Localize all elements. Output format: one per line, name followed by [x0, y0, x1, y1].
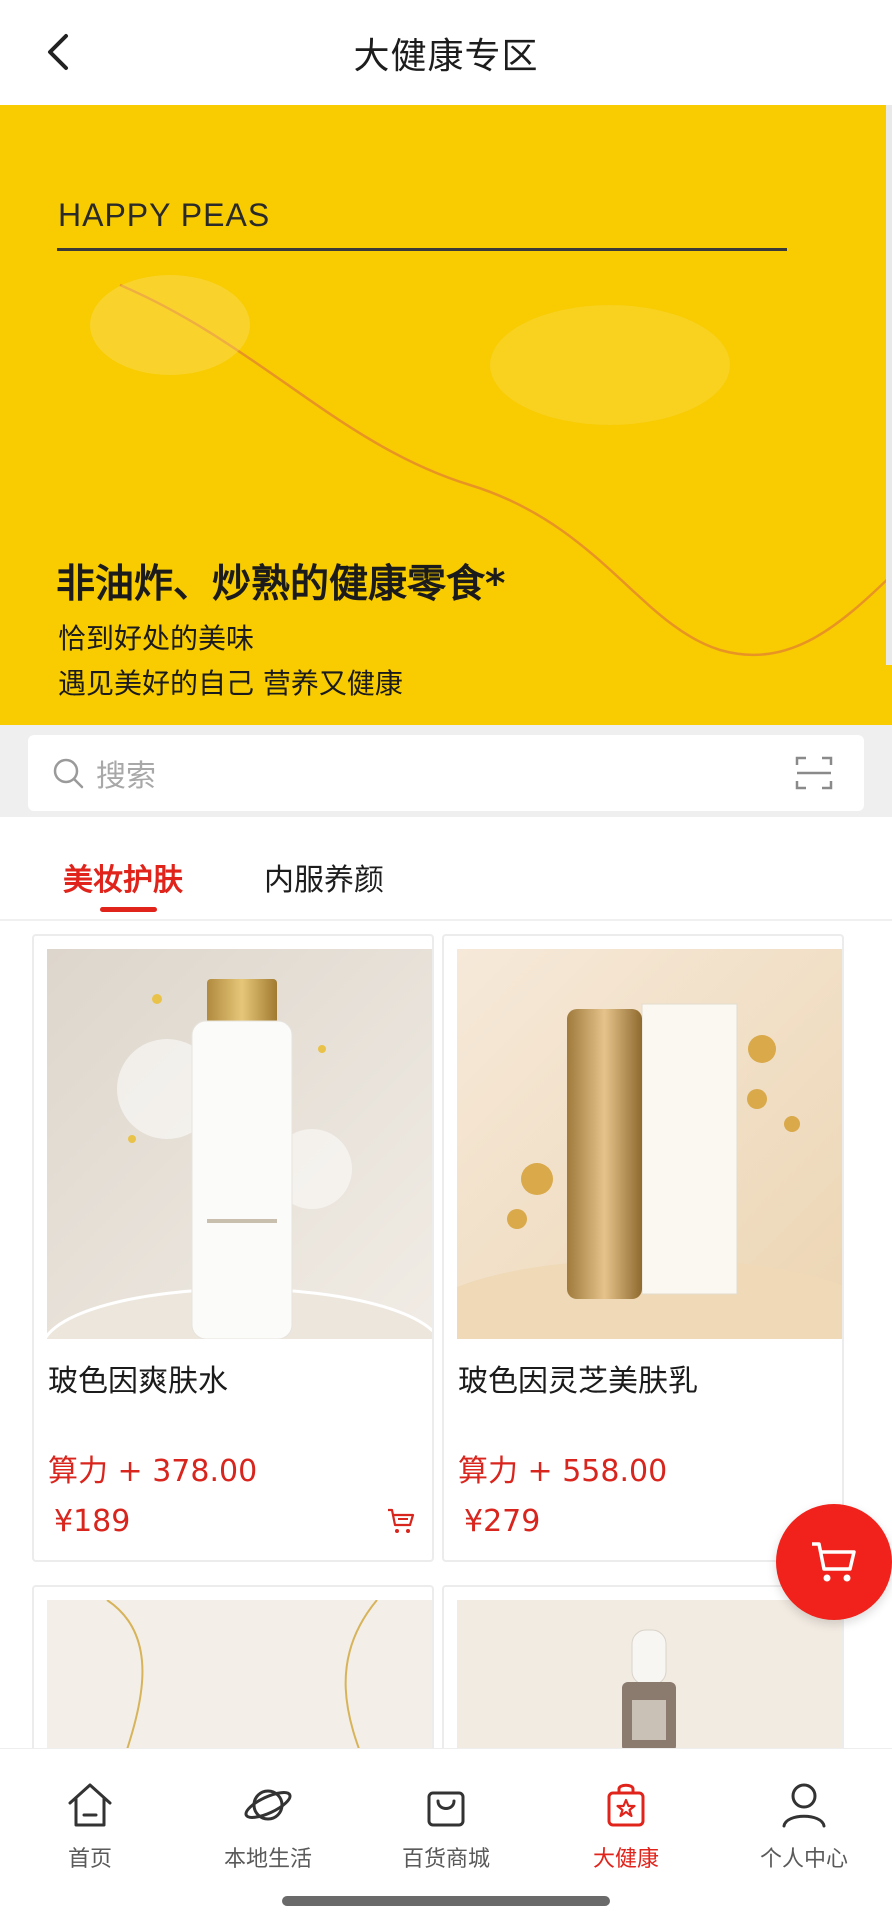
search-icon	[53, 758, 84, 789]
scan-icon[interactable]	[794, 753, 834, 793]
scrollbar[interactable]	[886, 105, 892, 665]
add-to-cart-icon[interactable]	[386, 1506, 416, 1536]
banner-subline-1: 恰到好处的美味	[58, 622, 255, 655]
user-icon	[782, 1783, 826, 1828]
product-power: 算力 + 378.00	[48, 1454, 258, 1489]
search-input[interactable]: 搜索	[28, 735, 864, 811]
nav-label: 大健康	[592, 1847, 659, 1872]
bottom-navigation: 首页 本地生活 百货商城 大健康 个人中心	[0, 1748, 892, 1920]
shopping-bag-icon	[427, 1791, 465, 1827]
product-image	[457, 949, 842, 1339]
shopping-cart-icon	[812, 1542, 856, 1582]
home-indicator[interactable]	[282, 1896, 610, 1906]
home-icon	[68, 1783, 112, 1827]
search-placeholder: 搜索	[96, 759, 156, 794]
nav-label: 首页	[67, 1847, 112, 1872]
health-bag-icon	[607, 1783, 645, 1827]
nav-health[interactable]: 大健康	[546, 1779, 706, 1889]
page: 大健康专区 HAPPY PEAS 非油炸、炒熟的健康零食* 恰到好处的美味 遇见…	[0, 0, 892, 1920]
product-image	[47, 949, 432, 1339]
chevron-left-icon[interactable]	[36, 28, 84, 76]
planet-icon	[244, 1789, 292, 1821]
product-name: 玻色因灵芝美肤乳	[458, 1364, 698, 1399]
banner-brand: HAPPY PEAS	[58, 197, 271, 233]
active-tab-indicator	[100, 907, 157, 912]
banner-subline-2: 遇见美好的自己 营养又健康	[58, 667, 403, 700]
product-name: 玻色因爽肤水	[48, 1364, 228, 1399]
nav-department-store[interactable]: 百货商城	[366, 1779, 526, 1889]
tab-beauty-skincare[interactable]: 美妆护肤	[63, 855, 183, 899]
product-price: ¥279	[464, 1504, 541, 1539]
nav-local-life[interactable]: 本地生活	[188, 1779, 348, 1889]
top-bar: 大健康专区	[0, 0, 892, 105]
nav-label: 个人中心	[759, 1847, 848, 1872]
product-price: ¥189	[54, 1504, 131, 1539]
nav-label: 百货商城	[401, 1847, 490, 1872]
nav-home[interactable]: 首页	[10, 1779, 170, 1889]
search-area: 搜索	[0, 725, 892, 817]
nav-label: 本地生活	[223, 1847, 312, 1872]
banner-divider	[57, 248, 787, 251]
floating-cart-button[interactable]	[776, 1504, 892, 1620]
nav-profile[interactable]: 个人中心	[724, 1779, 884, 1889]
tab-oral-beauty[interactable]: 内服养颜	[264, 855, 384, 899]
product-card[interactable]: 玻色因爽肤水 算力 + 378.00 ¥189	[32, 934, 434, 1562]
banner-headline: 非油炸、炒熟的健康零食*	[56, 562, 506, 607]
page-title: 大健康专区	[353, 35, 539, 77]
product-card[interactable]: 玻色因灵芝美肤乳 算力 + 558.00 ¥279	[442, 934, 844, 1562]
promo-banner[interactable]: HAPPY PEAS 非油炸、炒熟的健康零食* 恰到好处的美味 遇见美好的自己 …	[0, 105, 892, 725]
category-tabs: 美妆护肤 内服养颜	[0, 817, 892, 921]
product-power: 算力 + 558.00	[458, 1454, 668, 1489]
